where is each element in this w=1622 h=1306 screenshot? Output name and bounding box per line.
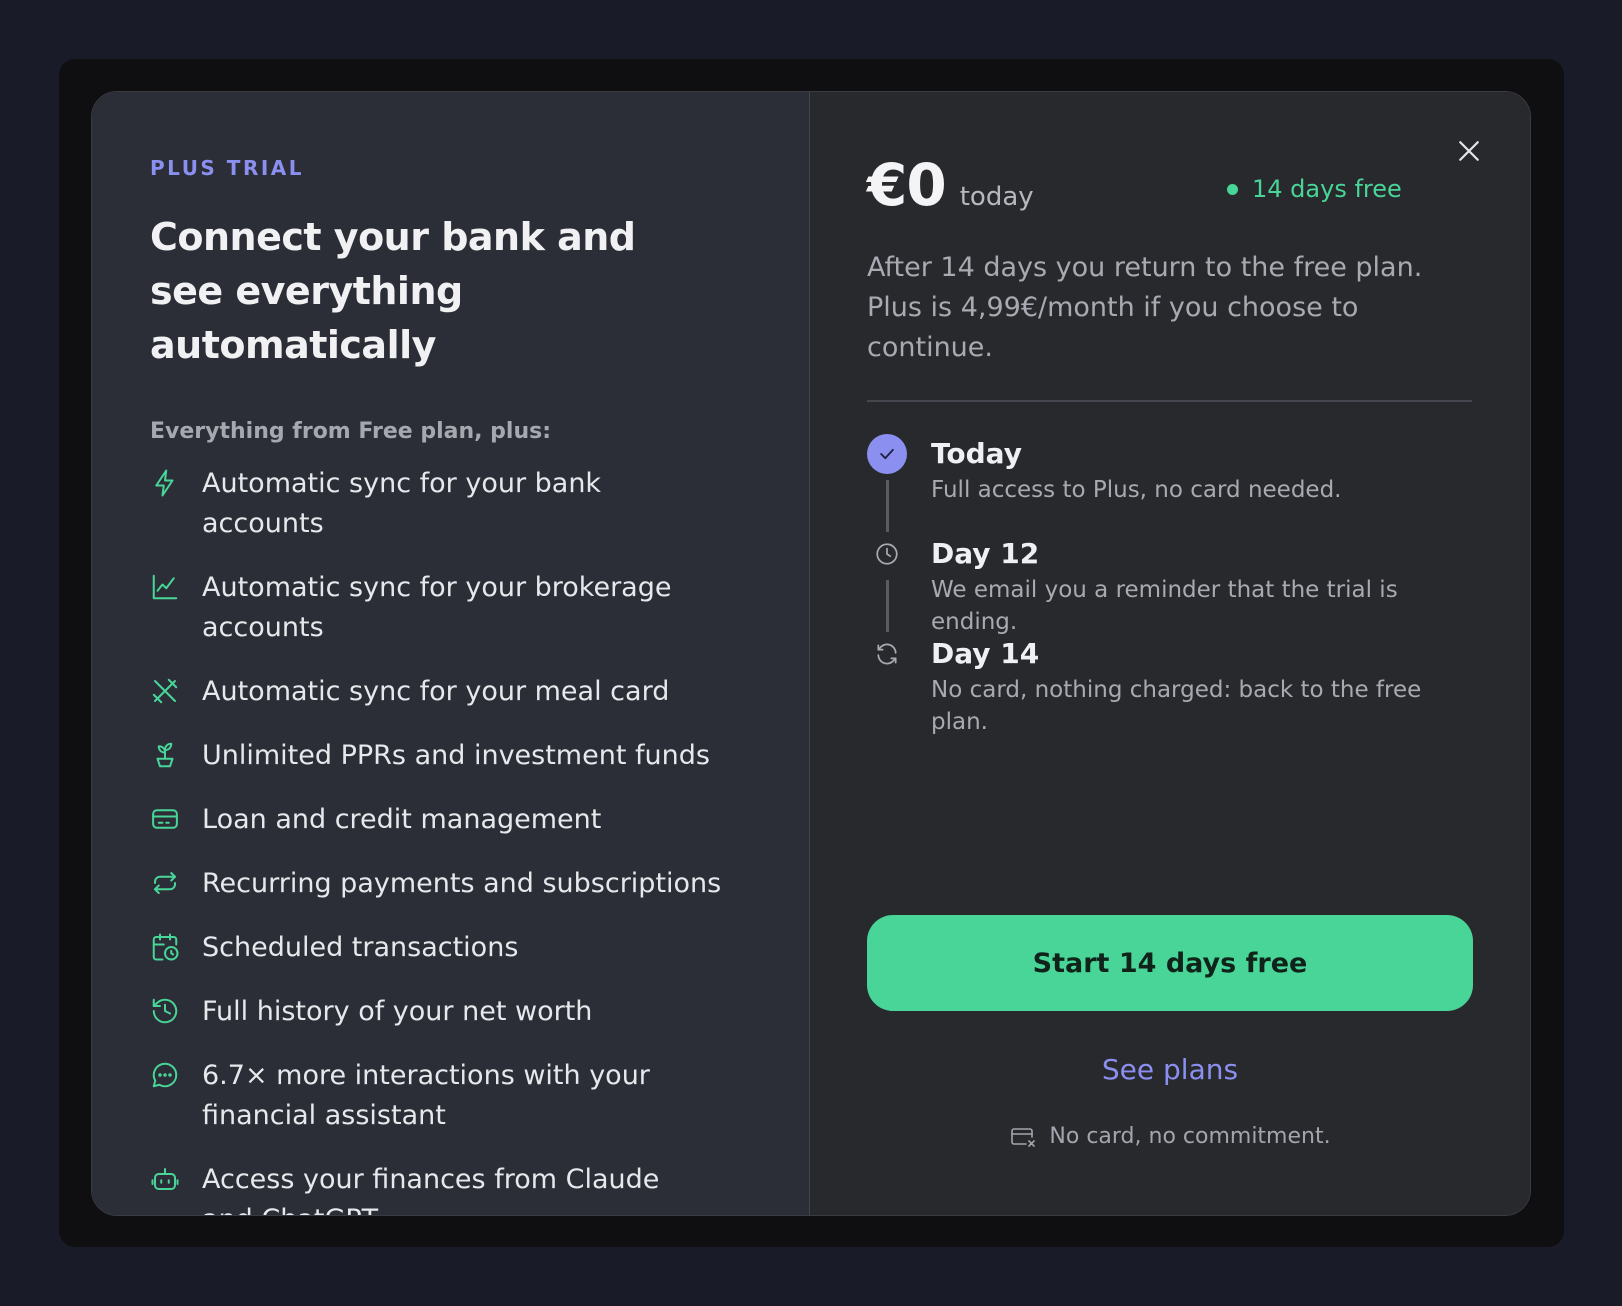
lightning-icon <box>150 468 180 498</box>
modal-headline: Connect your bank and see everything aut… <box>150 215 636 367</box>
feature-text: Loan and credit management <box>202 804 602 835</box>
start-trial-button[interactable]: Start 14 days free <box>867 915 1473 1011</box>
feature-item: Unlimited PPRs and investment funds <box>150 736 809 776</box>
pricing-panel: €0 today 14 days free After 14 days you … <box>810 92 1530 1215</box>
feature-item: Scheduled transactions <box>150 928 809 968</box>
feature-item: Full history of your net worth <box>150 992 809 1032</box>
plan-description: After 14 days you return to the free pla… <box>867 252 1423 363</box>
trial-modal: PLUS TRIAL Connect your bank and see eve… <box>91 91 1531 1216</box>
timeline-subtitle: We email you a reminder that the trial i… <box>931 577 1398 635</box>
timeline-title: Today <box>931 437 1022 470</box>
features-sublabel: Everything from Free plan, plus: <box>150 419 552 444</box>
timeline-step: Today Full access to Plus, no card neede… <box>867 434 1474 534</box>
feature-item: 6.7× more interactions with your financi… <box>150 1056 809 1136</box>
no-commitment-note: No card, no commitment. <box>867 1122 1473 1152</box>
price-row: €0 today 14 days free <box>867 92 1474 220</box>
price-amount: €0 <box>867 151 947 219</box>
clock-icon <box>867 534 907 574</box>
feature-text: Full history of your net worth <box>202 996 593 1027</box>
trial-timeline: Today Full access to Plus, no card neede… <box>867 434 1474 735</box>
timeline-title: Day 14 <box>931 637 1040 670</box>
credit-card-icon <box>150 804 180 834</box>
feature-item: Automatic sync for your brokerage accoun… <box>150 568 809 648</box>
status-dot-icon <box>1227 183 1238 195</box>
feature-text: 6.7× more interactions with your financi… <box>202 1060 650 1131</box>
timeline-connector <box>885 480 889 532</box>
timeline-step: Day 14 No card, nothing charged: back to… <box>867 634 1474 735</box>
card-off-icon <box>1009 1125 1037 1149</box>
feature-text: Automatic sync for your meal card <box>202 676 670 707</box>
chat-bubble-icon <box>150 1060 180 1090</box>
feature-text: Unlimited PPRs and investment funds <box>202 740 710 771</box>
features-panel: PLUS TRIAL Connect your bank and see eve… <box>92 92 810 1215</box>
feature-text: Scheduled transactions <box>202 932 519 963</box>
note-text: No card, no commitment. <box>1049 1124 1331 1149</box>
calendar-clock-icon <box>150 932 180 962</box>
feature-item: Automatic sync for your meal card <box>150 672 809 712</box>
see-plans-link[interactable]: See plans <box>867 1050 1473 1090</box>
utensils-icon <box>150 676 180 706</box>
feature-text: Automatic sync for your bank accounts <box>202 468 602 539</box>
trial-badge-label: 14 days free <box>1252 175 1402 203</box>
timeline-subtitle: Full access to Plus, no card needed. <box>931 477 1342 503</box>
feature-item: Loan and credit management <box>150 800 809 840</box>
plan-eyebrow: PLUS TRIAL <box>150 156 305 180</box>
feature-item: Recurring payments and subscriptions <box>150 864 809 904</box>
trial-badge: 14 days free <box>1227 174 1402 204</box>
timeline-step: Day 12 We email you a reminder that the … <box>867 534 1474 635</box>
timeline-connector <box>885 580 889 632</box>
history-icon <box>150 996 180 1026</box>
feature-list: Automatic sync for your bank accounts Au… <box>150 464 809 1215</box>
feature-text: Recurring payments and subscriptions <box>202 868 722 899</box>
repeat-icon <box>150 868 180 898</box>
bot-icon <box>150 1164 180 1194</box>
price-suffix: today <box>959 182 1034 212</box>
plant-icon <box>150 740 180 770</box>
feature-item: Automatic sync for your bank accounts <box>150 464 809 544</box>
chart-line-icon <box>150 572 180 602</box>
feature-item: Access your finances from Claude and Cha… <box>150 1160 809 1215</box>
divider <box>867 400 1472 402</box>
timeline-title: Day 12 <box>931 537 1040 570</box>
refresh-icon <box>867 634 907 674</box>
check-icon <box>867 434 907 474</box>
feature-text: Access your finances from Claude and Cha… <box>202 1164 660 1215</box>
timeline-subtitle: No card, nothing charged: back to the fr… <box>931 677 1422 735</box>
feature-text: Automatic sync for your brokerage accoun… <box>202 572 672 643</box>
